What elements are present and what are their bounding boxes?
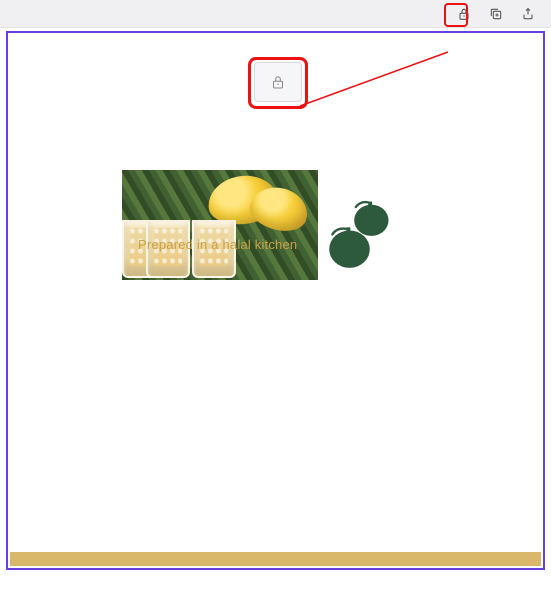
image-caption: Prepared in a halal kitchen xyxy=(138,237,314,252)
lock-icon xyxy=(456,6,472,22)
top-toolbar xyxy=(0,0,551,28)
lock-icon xyxy=(269,73,287,91)
duplicate-icon xyxy=(488,6,504,22)
fruit-logo-icon xyxy=(323,193,401,271)
content-image[interactable]: Prepared in a halal kitchen xyxy=(122,170,318,280)
duplicate-button[interactable] xyxy=(487,5,505,23)
export-icon xyxy=(520,6,536,22)
footer-accent-bar xyxy=(10,552,541,566)
lock-button[interactable] xyxy=(455,5,473,23)
export-button[interactable] xyxy=(519,5,537,23)
element-lock-indicator[interactable] xyxy=(254,62,302,102)
canvas-selection[interactable]: Prepared in a halal kitchen xyxy=(6,31,545,570)
